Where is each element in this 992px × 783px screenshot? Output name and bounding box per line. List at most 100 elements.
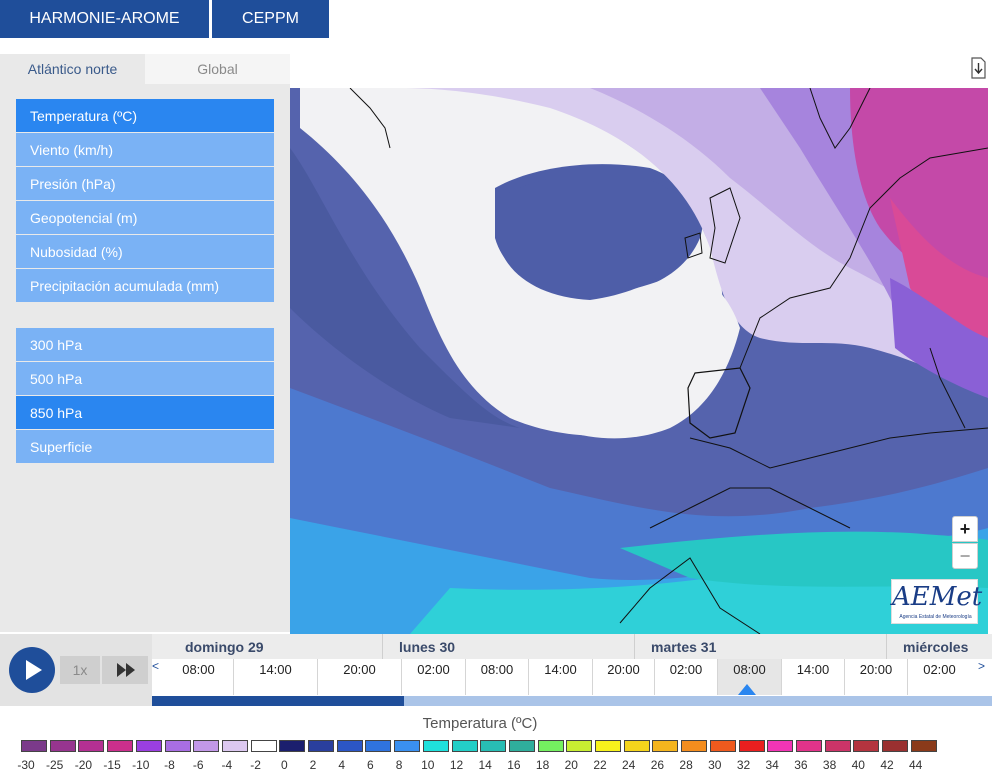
hour-slot[interactable]: 14:00 bbox=[528, 659, 592, 695]
fast-forward-icon-2 bbox=[126, 663, 135, 677]
next-arrow[interactable]: > bbox=[978, 659, 985, 673]
legend-title: Temperatura (ºC) bbox=[422, 715, 538, 732]
region-tab-global[interactable]: Global bbox=[145, 54, 290, 84]
legend-swatch bbox=[221, 740, 248, 752]
hour-slot[interactable]: 02:00 bbox=[654, 659, 717, 695]
hour-slot[interactable]: 20:00 bbox=[592, 659, 654, 695]
day-label: lunes 30 bbox=[382, 634, 634, 659]
timeline: 1x domingo 29 lunes 30 martes 31 miércoles … bbox=[0, 634, 992, 706]
variable-button[interactable]: Temperatura (ºC) bbox=[16, 99, 274, 132]
fast-forward-icon bbox=[117, 663, 126, 677]
hour-slot[interactable]: 20:00 bbox=[317, 659, 401, 695]
legend-tick: 34 bbox=[765, 758, 779, 772]
legend-tick: 16 bbox=[507, 758, 521, 772]
time-strip: domingo 29 lunes 30 martes 31 miércoles 08:… bbox=[152, 634, 992, 706]
level-button[interactable]: 500 hPa bbox=[16, 362, 274, 395]
legend-tick: 42 bbox=[880, 758, 894, 772]
play-button[interactable] bbox=[9, 647, 55, 693]
download-icon[interactable] bbox=[970, 57, 987, 79]
legend-swatch bbox=[193, 740, 220, 752]
legend-swatch bbox=[107, 740, 134, 752]
legend-swatch bbox=[250, 740, 277, 752]
legend-tick: 28 bbox=[679, 758, 693, 772]
variable-panel: Atlántico norte Global Temperatura (ºC) V… bbox=[0, 54, 290, 632]
legend-swatch bbox=[394, 740, 421, 752]
legend-tick: 32 bbox=[736, 758, 751, 772]
legend-swatch bbox=[652, 740, 679, 752]
legend-swatch bbox=[422, 740, 449, 752]
color-legend: Temperatura (ºC) -30 -25 -20 -15 -10 -8 -6 -4 -2… bbox=[0, 706, 992, 783]
legend-tick: 6 bbox=[367, 758, 374, 772]
legend-swatch bbox=[537, 740, 564, 752]
legend-tick: -4 bbox=[221, 758, 233, 772]
legend-tick: 24 bbox=[622, 758, 636, 772]
progress-fill bbox=[152, 696, 404, 706]
hour-slot[interactable]: 02:00 bbox=[907, 659, 971, 695]
region-tab-atlantico[interactable]: Atlántico norte bbox=[0, 54, 145, 84]
legend-swatch bbox=[882, 740, 908, 752]
level-button[interactable]: 300 hPa bbox=[16, 328, 274, 361]
temperature-map[interactable]: + − AEMet Agencia Estatal de Meteorologí… bbox=[290, 88, 988, 634]
hour-slot[interactable]: 08:00 bbox=[465, 659, 528, 695]
hour-slot[interactable]: 20:00 bbox=[844, 659, 907, 695]
day-row: domingo 29 lunes 30 martes 31 miércoles bbox=[152, 634, 992, 659]
variable-button[interactable]: Viento (km/h) bbox=[16, 133, 274, 166]
legend-swatch bbox=[451, 740, 478, 752]
legend-tick: 30 bbox=[708, 758, 722, 772]
legend-swatch bbox=[279, 740, 306, 752]
legend-tick: 40 bbox=[851, 758, 865, 772]
aemet-logo: AEMet Agencia Estatal de Meteorología bbox=[891, 579, 982, 624]
legend-tick: 22 bbox=[593, 758, 607, 772]
legend-tick: 20 bbox=[564, 758, 578, 772]
legend-tick: 0 bbox=[280, 758, 288, 772]
day-label: domingo 29 bbox=[185, 638, 264, 655]
legend-swatch bbox=[824, 740, 851, 752]
hour-slot[interactable]: 02:00 bbox=[401, 659, 465, 695]
legend-swatch bbox=[308, 740, 334, 752]
legend-swatch bbox=[49, 740, 76, 752]
legend-tick: 26 bbox=[650, 758, 665, 772]
legend-tick: -6 bbox=[192, 758, 204, 772]
legend-swatch bbox=[795, 740, 822, 752]
speed-selector[interactable]: 1x bbox=[60, 656, 100, 684]
variable-button[interactable]: Precipitación acumulada (mm) bbox=[16, 269, 274, 302]
legend-swatch bbox=[135, 740, 162, 752]
app-root: HARMONIE-AROME CEPPM Atlántico norte Glo… bbox=[0, 0, 992, 783]
legend-swatch bbox=[681, 740, 708, 752]
prev-arrow[interactable]: < bbox=[152, 659, 159, 673]
legend-tick: -30 bbox=[17, 758, 35, 772]
level-button[interactable]: 850 hPa bbox=[16, 396, 274, 429]
legend-tick: -2 bbox=[250, 758, 261, 772]
legend-swatch bbox=[365, 740, 392, 752]
play-icon bbox=[26, 660, 42, 680]
variable-button[interactable]: Presión (hPa) bbox=[16, 167, 274, 200]
legend-tick: 44 bbox=[909, 758, 923, 772]
legend-swatch bbox=[566, 740, 593, 752]
logo-subtitle: Agencia Estatal de Meteorología bbox=[899, 614, 972, 620]
variable-button[interactable]: Nubosidad (%) bbox=[16, 235, 274, 268]
day-label: martes 31 bbox=[634, 634, 886, 659]
legend-tick: 4 bbox=[338, 758, 346, 772]
legend-swatch bbox=[164, 740, 191, 752]
model-tab-harmonie[interactable]: HARMONIE-AROME bbox=[0, 0, 209, 38]
fast-forward-button[interactable] bbox=[102, 656, 148, 684]
legend-swatch bbox=[738, 740, 765, 752]
legend-tick: 36 bbox=[794, 758, 808, 772]
legend-swatch bbox=[709, 740, 736, 752]
legend-tick: -8 bbox=[164, 758, 175, 772]
level-button[interactable]: Superficie bbox=[16, 430, 274, 463]
hour-slot[interactable]: 14:00 bbox=[233, 659, 317, 695]
legend-swatch bbox=[480, 740, 507, 752]
zoom-in-button[interactable]: + bbox=[952, 516, 978, 542]
legend-swatch bbox=[910, 740, 937, 752]
legend-swatch bbox=[78, 740, 105, 752]
hour-slot[interactable]: 14:00 bbox=[781, 659, 844, 695]
legend-tick: 12 bbox=[449, 758, 464, 772]
variable-button[interactable]: Geopotencial (m) bbox=[16, 201, 274, 234]
legend-swatch bbox=[595, 740, 621, 752]
model-tab-ceppm[interactable]: CEPPM bbox=[212, 0, 329, 38]
hour-slot[interactable]: 08:00 bbox=[164, 659, 233, 695]
legend-swatch bbox=[21, 740, 47, 752]
legend-swatch bbox=[853, 740, 880, 752]
zoom-out-button[interactable]: − bbox=[952, 543, 978, 569]
